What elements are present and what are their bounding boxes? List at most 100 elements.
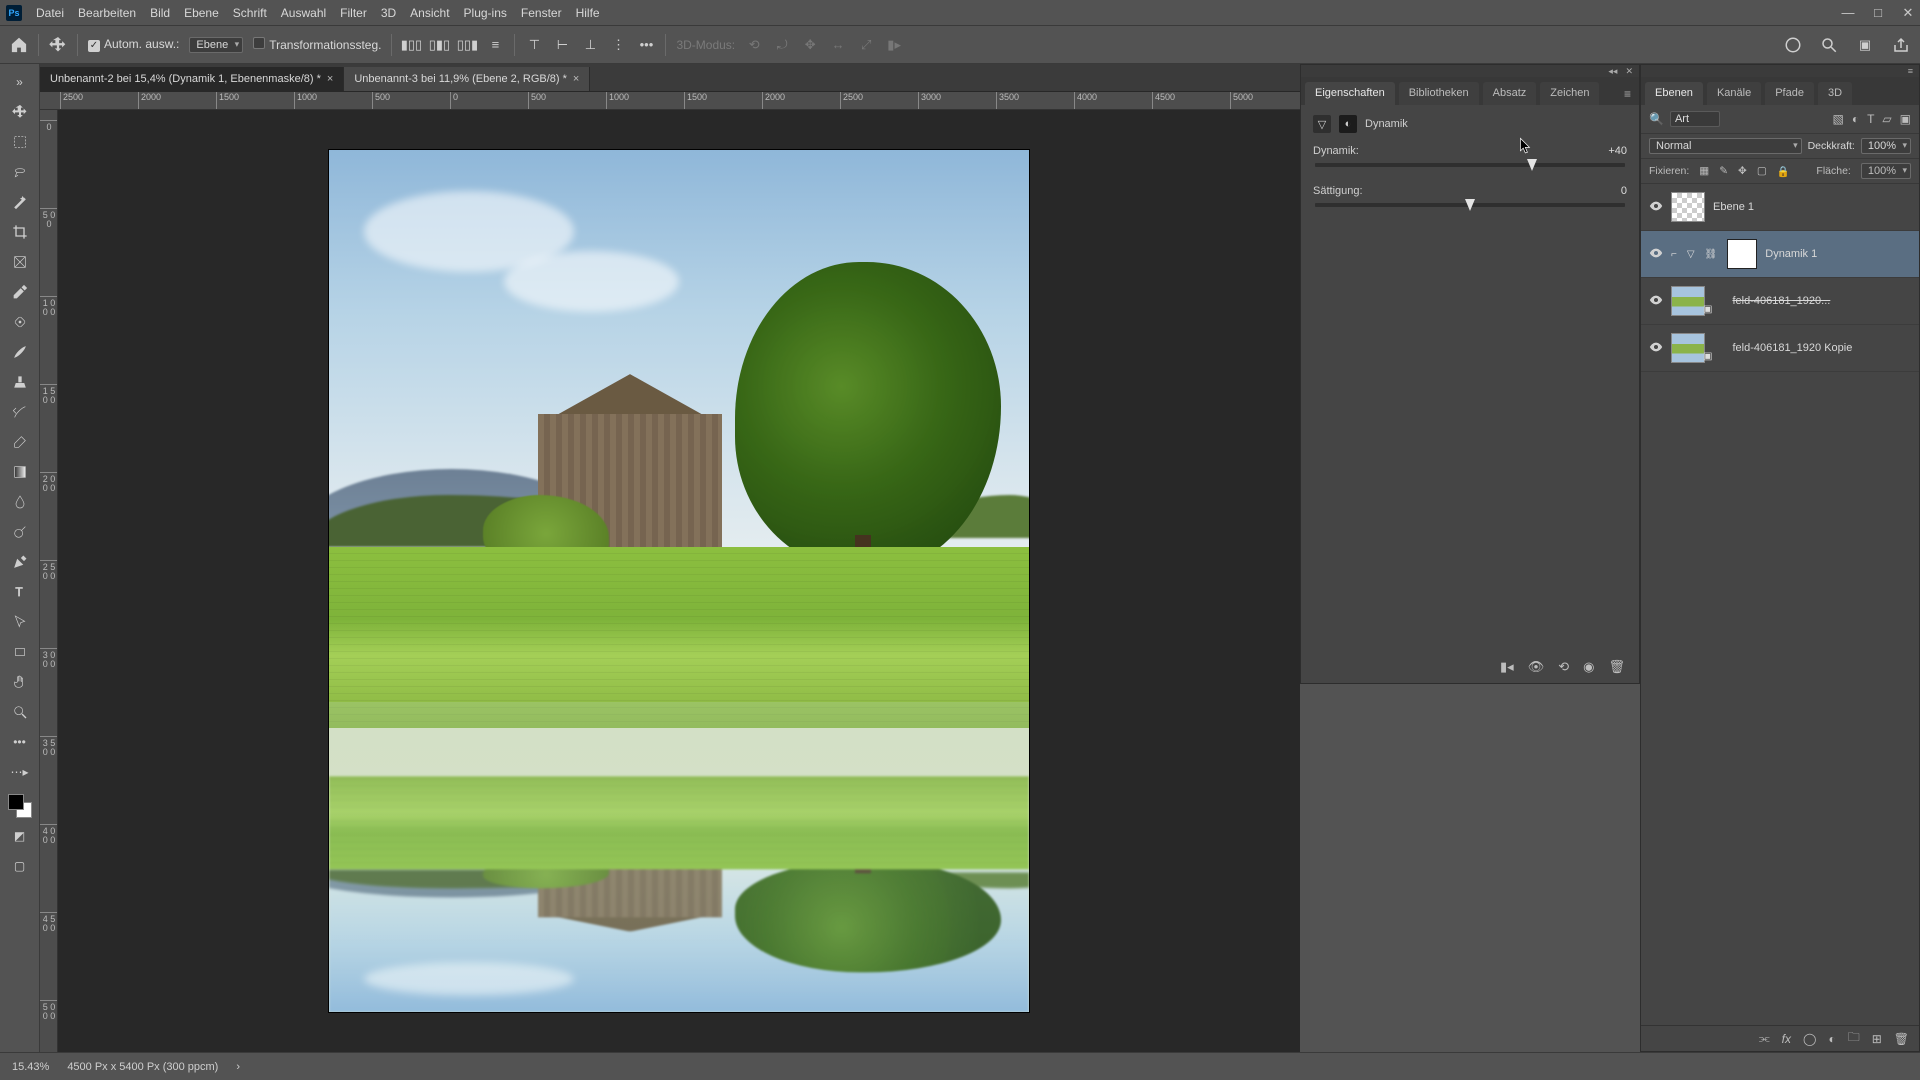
link-mask-icon[interactable]: ⛓: [1705, 249, 1718, 260]
menu-hilfe[interactable]: Hilfe: [576, 6, 600, 20]
align-center-v-icon[interactable]: ⊢: [553, 36, 571, 54]
menu-fenster[interactable]: Fenster: [521, 6, 562, 20]
blend-mode-dropdown[interactable]: Normal: [1649, 138, 1802, 154]
eraser-tool[interactable]: [6, 430, 34, 454]
blur-tool[interactable]: [6, 490, 34, 514]
view-previous-icon[interactable]: 👁: [1528, 659, 1545, 675]
menu-auswahl[interactable]: Auswahl: [281, 6, 326, 20]
gradient-tool[interactable]: [6, 460, 34, 484]
align-top-icon[interactable]: ⊤: [525, 36, 543, 54]
marquee-tool[interactable]: [6, 130, 34, 154]
clone-stamp-tool[interactable]: [6, 370, 34, 394]
lock-position-icon[interactable]: ✥: [1738, 165, 1747, 177]
distribute-v-icon[interactable]: ⋮: [609, 36, 627, 54]
3d-rotate-icon[interactable]: ⤾: [773, 36, 791, 54]
lock-pixels-icon[interactable]: ✎: [1719, 165, 1728, 177]
menu-datei[interactable]: Datei: [36, 6, 64, 20]
layer-mask-thumbnail[interactable]: [1727, 239, 1757, 269]
tab-eigenschaften[interactable]: Eigenschaften: [1305, 82, 1395, 105]
status-zoom[interactable]: 15.43%: [12, 1061, 49, 1073]
3d-scale-icon[interactable]: ⤢: [857, 36, 875, 54]
link-layers-icon[interactable]: ⫘: [1759, 1031, 1770, 1046]
menu-bild[interactable]: Bild: [150, 6, 170, 20]
visibility-toggle[interactable]: [1649, 340, 1663, 357]
canvas[interactable]: [329, 150, 1029, 1012]
healing-tool[interactable]: [6, 310, 34, 334]
adjustment-collapse-icon[interactable]: ▽: [1687, 249, 1695, 260]
fill-input[interactable]: 100%: [1861, 163, 1911, 179]
ruler-vertical[interactable]: 05 0 01 0 0 01 5 0 02 0 0 02 5 0 03 0 0 …: [40, 110, 58, 1052]
ruler-horizontal[interactable]: 2500200015001000500050010001500200025003…: [40, 92, 1300, 110]
canvas-viewport[interactable]: [58, 110, 1300, 1052]
collapse-toolbox-icon[interactable]: »: [6, 70, 34, 94]
menu-3d[interactable]: 3D: [381, 6, 396, 20]
visibility-toggle[interactable]: [1649, 293, 1663, 310]
collapse-panel-icon[interactable]: ◂◂: [1608, 66, 1617, 77]
hand-tool[interactable]: [6, 670, 34, 694]
document-tab-2[interactable]: Unbenannt-3 bei 11,9% (Ebene 2, RGB/8) *…: [344, 67, 590, 91]
layer-name[interactable]: Ebene 1: [1713, 201, 1911, 213]
tab-zeichen[interactable]: Zeichen: [1540, 82, 1599, 105]
type-tool[interactable]: T: [6, 580, 34, 604]
align-right-icon[interactable]: ▯▯▮: [458, 36, 476, 54]
dodge-tool[interactable]: [6, 520, 34, 544]
3d-camera-icon[interactable]: ▮▸: [885, 36, 903, 54]
tab-pfade[interactable]: Pfade: [1765, 82, 1814, 105]
layer-row[interactable]: ▣feld-406181_1920...: [1641, 278, 1919, 325]
path-select-tool[interactable]: [6, 610, 34, 634]
magic-wand-tool[interactable]: [6, 190, 34, 214]
window-close-icon[interactable]: ✕: [1902, 7, 1914, 19]
menu-schrift[interactable]: Schrift: [233, 6, 267, 20]
move-tool-icon[interactable]: [49, 36, 67, 54]
close-tab-icon[interactable]: ×: [327, 73, 333, 85]
quick-mask-icon[interactable]: ◩: [6, 824, 34, 848]
tab-absatz[interactable]: Absatz: [1483, 82, 1537, 105]
search-icon[interactable]: [1820, 36, 1838, 54]
zoom-tool[interactable]: [6, 700, 34, 724]
new-adjustment-icon[interactable]: ◐: [1828, 1032, 1835, 1046]
more-options-icon[interactable]: •••: [637, 36, 655, 54]
edit-toolbar-icon[interactable]: ⋯▸: [6, 760, 34, 784]
filter-pixel-icon[interactable]: ▧: [1832, 112, 1843, 126]
tab-ebenen[interactable]: Ebenen: [1645, 82, 1703, 105]
reset-icon[interactable]: ⟲: [1558, 659, 1569, 675]
frame-tool[interactable]: [6, 250, 34, 274]
menu-bearbeiten[interactable]: Bearbeiten: [78, 6, 136, 20]
lasso-tool[interactable]: [6, 160, 34, 184]
color-swatches[interactable]: [8, 794, 32, 818]
dynamik-value[interactable]: +40: [1577, 145, 1627, 157]
delete-adjustment-icon[interactable]: 🗑: [1608, 659, 1625, 675]
new-layer-icon[interactable]: ⊞: [1872, 1032, 1882, 1046]
add-mask-icon[interactable]: ◯: [1803, 1032, 1816, 1046]
window-minimize-icon[interactable]: —: [1842, 7, 1854, 19]
clip-to-layer-icon[interactable]: ▮◂: [1500, 659, 1514, 675]
close-panel-icon[interactable]: ✕: [1625, 66, 1633, 77]
transform-checkbox[interactable]: Transformationssteg.: [253, 37, 381, 52]
workspace-icon[interactable]: ▣: [1856, 36, 1874, 54]
align-left-icon[interactable]: ▮▯▯: [402, 36, 420, 54]
adjustment-mask-icon[interactable]: ▽: [1313, 115, 1331, 133]
layer-thumbnail[interactable]: [1671, 286, 1705, 316]
panel-menu-icon[interactable]: ≡: [1620, 83, 1635, 105]
new-group-icon[interactable]: 🗀: [1848, 1028, 1860, 1049]
layer-fx-icon[interactable]: fx: [1782, 1032, 1791, 1046]
visibility-toggle[interactable]: [1649, 246, 1663, 263]
home-icon[interactable]: [10, 36, 28, 54]
history-brush-tool[interactable]: [6, 400, 34, 424]
layer-row[interactable]: ▣feld-406181_1920 Kopie: [1641, 325, 1919, 372]
rectangle-tool[interactable]: [6, 640, 34, 664]
layer-row[interactable]: ⌐▽⛓Dynamik 1: [1641, 231, 1919, 278]
tab-3d[interactable]: 3D: [1818, 82, 1852, 105]
pen-tool[interactable]: [6, 550, 34, 574]
menu-ebene[interactable]: Ebene: [184, 6, 219, 20]
auto-select-checkbox[interactable]: ✓Autom. ausw.:: [88, 37, 179, 52]
layer-thumbnail[interactable]: [1671, 333, 1705, 363]
dynamik-slider[interactable]: [1315, 163, 1625, 167]
menu-plugins[interactable]: Plug-ins: [464, 6, 507, 20]
3d-pan-icon[interactable]: ✥: [801, 36, 819, 54]
3d-orbit-icon[interactable]: ⟲: [745, 36, 763, 54]
move-tool[interactable]: [6, 100, 34, 124]
menu-ansicht[interactable]: Ansicht: [410, 6, 449, 20]
status-doc-info[interactable]: 4500 Px x 5400 Px (300 ppcm): [67, 1061, 218, 1073]
layer-name[interactable]: Dynamik 1: [1765, 248, 1911, 260]
